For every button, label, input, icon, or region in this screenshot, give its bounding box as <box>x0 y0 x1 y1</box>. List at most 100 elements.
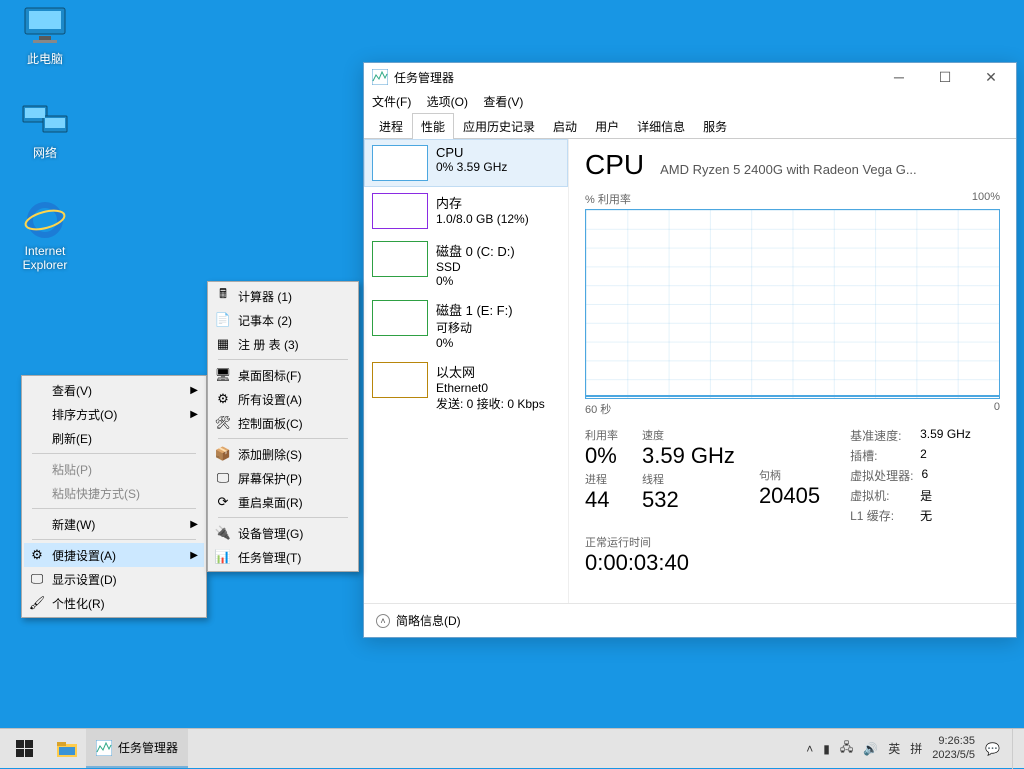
ctx-sort[interactable]: 排序方式(O)▶ <box>24 402 204 426</box>
desktop-icon-icon: 🖥 <box>214 366 232 384</box>
ctx-new[interactable]: 新建(W)▶ <box>24 512 204 536</box>
stat-vm: 是 <box>920 487 932 504</box>
taskmgr-footer: ˄ 简略信息(D) <box>364 603 1016 637</box>
ime-mode[interactable]: 拼 <box>910 740 922 757</box>
desktop-label: 网络 <box>10 144 80 161</box>
task-manager-icon: 📊 <box>214 548 232 566</box>
window-title: 任务管理器 <box>394 69 876 86</box>
chart-xright: 0 <box>994 401 1000 417</box>
sub-restart-desktop[interactable]: ⟳重启桌面(R) <box>210 490 356 514</box>
stat-handles: 20405 <box>759 483 820 509</box>
sub-add-remove[interactable]: 📦添加删除(S) <box>210 442 356 466</box>
gear-icon: ⚙ <box>28 546 46 564</box>
disk-thumb <box>372 300 428 336</box>
ctx-paste: 粘贴(P) <box>24 457 204 481</box>
quick-settings-submenu: 🖩计算器 (1) 📄记事本 (2) ▦注 册 表 (3) 🖥桌面图标(F) ⚙所… <box>207 281 359 572</box>
ctx-paste-shortcut: 粘贴快捷方式(S) <box>24 481 204 505</box>
ctx-view[interactable]: 查看(V)▶ <box>24 378 204 402</box>
sub-regedit[interactable]: ▦注 册 表 (3) <box>210 332 356 356</box>
taskbar-explorer[interactable] <box>48 729 86 768</box>
menu-view[interactable]: 查看(V) <box>483 95 523 109</box>
stat-processes: 44 <box>585 487 618 513</box>
stat-l1: 无 <box>920 507 932 524</box>
programs-icon: 📦 <box>214 445 232 463</box>
show-desktop-button[interactable] <box>1012 729 1024 769</box>
sub-control-panel[interactable]: 🛠控制面板(C) <box>210 411 356 435</box>
sidebar-item-disk1[interactable]: 磁盘 1 (E: F:)可移动0% <box>364 294 568 356</box>
tray-network-icon[interactable]: 🖧 <box>840 738 853 759</box>
chart-ymax: 100% <box>972 191 1000 207</box>
start-button[interactable] <box>0 729 48 768</box>
cpu-heading: CPU <box>585 149 644 181</box>
tab-users[interactable]: 用户 <box>586 113 628 139</box>
notepad-icon: 📄 <box>214 311 232 329</box>
chart-line <box>586 395 999 397</box>
ime-indicator[interactable]: 英 <box>888 740 900 757</box>
menu-options[interactable]: 选项(O) <box>427 95 468 109</box>
menubar: 文件(F) 选项(O) 查看(V) <box>364 91 1016 112</box>
stat-vcpu: 6 <box>921 467 928 484</box>
ctx-refresh[interactable]: 刷新(E) <box>24 426 204 450</box>
desktop-icon-this-pc[interactable]: 此电脑 <box>10 6 80 67</box>
ctx-quick-settings[interactable]: ⚙便捷设置(A)▶ <box>24 543 204 567</box>
desktop-icon-network[interactable]: 网络 <box>10 100 80 161</box>
sub-desktop-icons[interactable]: 🖥桌面图标(F) <box>210 363 356 387</box>
tray-chevron-up-icon[interactable]: ˄ <box>806 742 813 756</box>
file-explorer-icon <box>56 738 78 760</box>
tab-app-history[interactable]: 应用历史记录 <box>454 113 544 139</box>
monitor-icon: 🖵 <box>28 570 46 588</box>
maximize-button[interactable]: ☐ <box>922 63 968 91</box>
chevron-up-icon[interactable]: ˄ <box>376 614 390 628</box>
sidebar-item-cpu[interactable]: CPU0% 3.59 GHz <box>364 139 568 187</box>
tab-details[interactable]: 详细信息 <box>628 113 694 139</box>
taskbar-clock[interactable]: 9:26:35 2023/5/5 <box>932 735 975 761</box>
sidebar-item-memory[interactable]: 内存1.0/8.0 GB (12%) <box>364 187 568 235</box>
action-center-icon[interactable]: 💬 <box>985 742 1000 756</box>
tab-performance[interactable]: 性能 <box>412 113 454 139</box>
cpu-thumb <box>372 145 428 181</box>
chart-xleft: 60 秒 <box>585 401 611 417</box>
cpu-utilization-chart[interactable] <box>585 209 1000 399</box>
tray-volume-icon[interactable]: 🔊 <box>863 742 878 756</box>
chart-ylabel: % 利用率 <box>585 191 631 207</box>
sub-task-manager[interactable]: 📊任务管理(T) <box>210 545 356 569</box>
fewer-details-link[interactable]: 简略信息(D) <box>396 612 461 629</box>
sub-all-settings[interactable]: ⚙所有设置(A) <box>210 387 356 411</box>
screensaver-icon: 🖵 <box>214 469 232 487</box>
stat-speed: 3.59 GHz <box>642 443 735 469</box>
titlebar[interactable]: 任务管理器 ─ ☐ ✕ <box>364 63 1016 91</box>
minimize-button[interactable]: ─ <box>876 63 922 91</box>
sidebar-item-disk0[interactable]: 磁盘 0 (C: D:)SSD0% <box>364 235 568 294</box>
desktop-context-menu: 查看(V)▶ 排序方式(O)▶ 刷新(E) 粘贴(P) 粘贴快捷方式(S) 新建… <box>21 375 207 618</box>
menu-file[interactable]: 文件(F) <box>372 95 411 109</box>
tab-services[interactable]: 服务 <box>694 113 736 139</box>
disk-thumb <box>372 241 428 277</box>
control-panel-icon: 🛠 <box>214 414 232 432</box>
desktop-icon-ie[interactable]: InternetExplorer <box>10 200 80 272</box>
tab-processes[interactable]: 进程 <box>370 113 412 139</box>
taskbar-task-manager[interactable]: 任务管理器 <box>86 729 188 768</box>
stat-base-speed: 3.59 GHz <box>920 427 971 444</box>
sidebar-item-ethernet[interactable]: 以太网Ethernet0发送: 0 接收: 0 Kbps <box>364 356 568 418</box>
stat-utilization: 0% <box>585 443 618 469</box>
ie-icon <box>21 200 69 240</box>
windows-logo-icon <box>16 740 33 757</box>
sub-calculator[interactable]: 🖩计算器 (1) <box>210 284 356 308</box>
tabs: 进程 性能 应用历史记录 启动 用户 详细信息 服务 <box>364 112 1016 139</box>
device-manager-icon: 🔌 <box>214 524 232 542</box>
ethernet-thumb <box>372 362 428 398</box>
ctx-display-settings[interactable]: 🖵显示设置(D) <box>24 567 204 591</box>
taskmgr-icon <box>372 69 388 85</box>
sub-screensaver[interactable]: 🖵屏幕保护(P) <box>210 466 356 490</box>
sub-device-manager[interactable]: 🔌设备管理(G) <box>210 521 356 545</box>
paint-icon: 🖌 <box>28 594 46 612</box>
close-button[interactable]: ✕ <box>968 63 1014 91</box>
tray-battery-icon[interactable]: ▮ <box>823 742 830 756</box>
taskbar: 任务管理器 ˄ ▮ 🖧 🔊 英 拼 9:26:35 2023/5/5 💬 <box>0 728 1024 768</box>
network-icon <box>21 100 69 140</box>
desktop-label: InternetExplorer <box>10 244 80 272</box>
tab-startup[interactable]: 启动 <box>544 113 586 139</box>
cpu-model: AMD Ryzen 5 2400G with Radeon Vega G... <box>660 162 1000 177</box>
sub-notepad[interactable]: 📄记事本 (2) <box>210 308 356 332</box>
ctx-personalize[interactable]: 🖌个性化(R) <box>24 591 204 615</box>
